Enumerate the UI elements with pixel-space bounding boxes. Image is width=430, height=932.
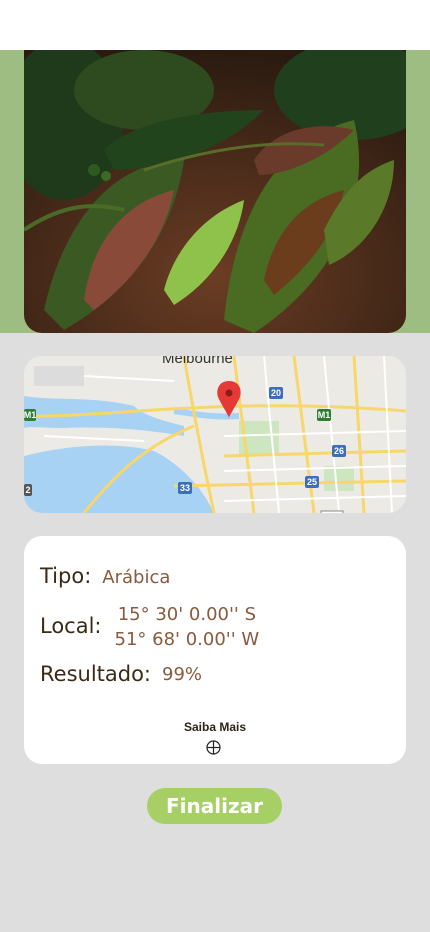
tipo-row: Tipo: Arábica: [40, 564, 170, 588]
longitude-value: 51° 68' 0.00'' W: [114, 629, 260, 650]
map-graphic: 20 M1 M1 26 33 25 2: [24, 356, 406, 513]
local-label: Local:: [40, 614, 102, 638]
result-card: Tipo: Arábica Local: 15° 30' 0.00'' S 51…: [24, 536, 406, 764]
local-row: Local: 15° 30' 0.00'' S 51° 68' 0.00'' W: [40, 602, 259, 652]
marker-20: 20: [271, 388, 281, 398]
tipo-label: Tipo:: [40, 564, 92, 588]
saiba-mais-link[interactable]: Saiba Mais: [24, 720, 406, 734]
marker-26: 26: [334, 446, 344, 456]
crosshair-icon[interactable]: [206, 740, 221, 755]
marker-m1-right: M1: [318, 410, 331, 420]
marker-2: 2: [25, 485, 30, 495]
latitude-value: 15° 30' 0.00'' S: [117, 604, 257, 625]
resultado-row: Resultado: 99%: [40, 662, 202, 686]
leaf-photo-graphic: [24, 50, 406, 333]
coordinates: 15° 30' 0.00'' S 51° 68' 0.00'' W: [115, 602, 260, 652]
marker-25: 25: [307, 477, 317, 487]
top-bar: [0, 0, 430, 50]
resultado-label: Resultado:: [40, 662, 152, 686]
map-city-label: Melbourne: [162, 356, 233, 367]
location-map[interactable]: 20 M1 M1 26 33 25 2 Melbourne: [24, 356, 406, 513]
marker-m1-left: M1: [24, 410, 36, 420]
resultado-value: 99%: [162, 664, 203, 685]
tipo-value: Arábica: [102, 567, 171, 588]
leaf-photo: [24, 50, 406, 333]
finalizar-button[interactable]: Finalizar: [147, 788, 282, 824]
marker-33: 33: [180, 483, 190, 493]
